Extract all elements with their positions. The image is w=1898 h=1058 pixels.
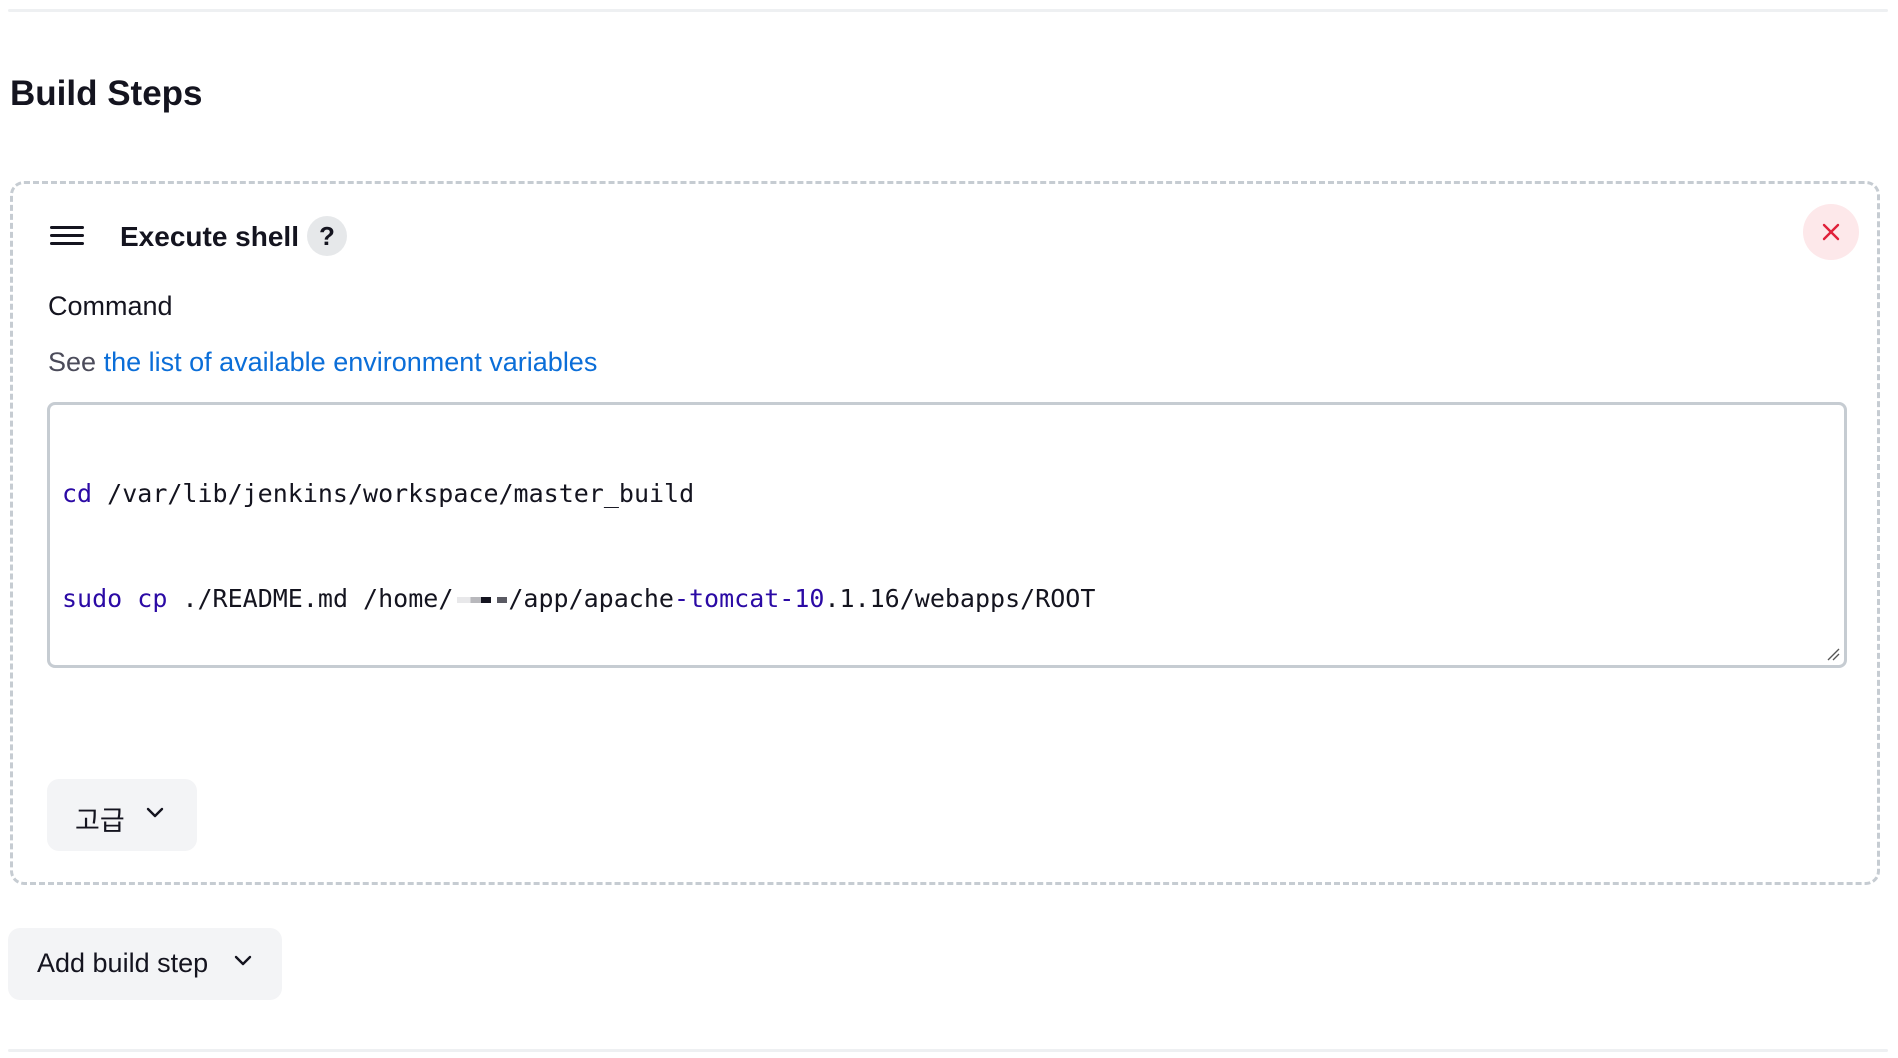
add-build-step-label: Add build step [37,948,209,978]
line2-path-a: ./README.md /home/ [167,584,454,613]
advanced-button[interactable]: 고급 [47,779,197,851]
add-build-step-button[interactable]: Add build step [8,928,282,1000]
line2-path-b: /app/apache [508,584,674,613]
keyword-cp: cp [137,584,168,613]
line1-text: /var/lib/jenkins/workspace/master_build [92,479,695,508]
help-button[interactable]: ? [307,216,347,256]
drag-handle-icon[interactable] [50,226,84,250]
command-code: cd /var/lib/jenkins/workspace/master_bui… [62,421,1095,689]
line2-highlight: -tomcat-10 [673,584,825,613]
top-divider [8,9,1888,12]
close-icon [1822,223,1840,241]
keyword-sudo: sudo [62,584,123,613]
delete-step-button[interactable] [1803,204,1859,260]
line2-path-c: .1.16/webapps/ROOT [824,584,1096,613]
redacted-username-tail [497,597,508,603]
env-vars-help: See the list of available environment va… [48,347,597,378]
keyword-cd: cd [62,479,93,508]
command-line-1: cd /var/lib/jenkins/workspace/master_bui… [62,479,1095,526]
bottom-divider [8,1049,1888,1052]
command-line-2: sudo cp ./README.md /home/ /app/apache-to… [62,584,1095,631]
env-vars-link[interactable]: the list of available environment variab… [104,347,598,377]
command-label: Command [48,291,173,321]
help-prefix: See [48,347,97,377]
advanced-label: 고급 [75,806,125,837]
chevron-down-icon [234,955,252,966]
chevron-down-icon [146,807,164,818]
step-title: Execute shell [120,221,299,252]
section-title: Build Steps [10,74,203,113]
resize-grip-icon[interactable] [1826,647,1840,661]
execute-shell-step: Execute shell ? Command See the list of … [10,181,1880,885]
command-textarea[interactable]: cd /var/lib/jenkins/workspace/master_bui… [47,402,1847,668]
redacted-username [457,597,492,603]
